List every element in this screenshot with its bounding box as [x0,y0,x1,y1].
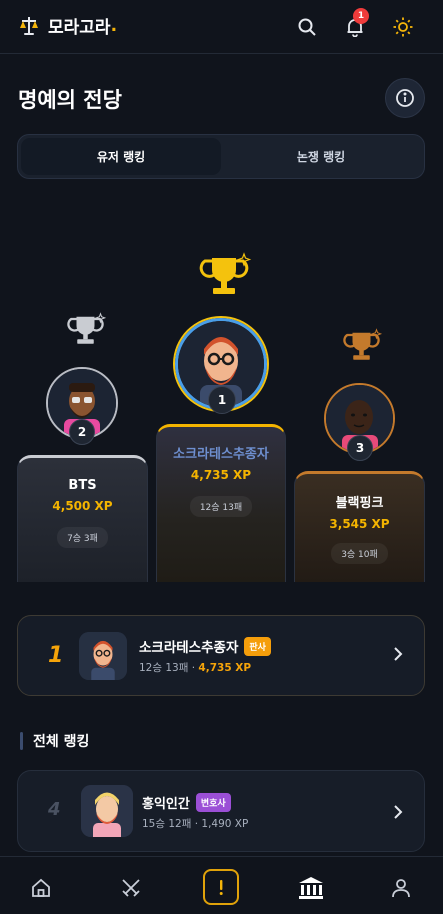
first-place-rank-badge: 1 [208,386,236,414]
third-place-podium[interactable]: 블랙핑크 3,545 XP 3승 10패 [294,471,425,582]
my-stats: 12승 13패 · 4,735 XP [139,660,251,675]
first-place-name: 소크라테스추종자 [173,447,269,462]
third-place-name: 블랙핑크 [335,496,384,511]
section-title-text: 전체 랭킹 [33,734,90,750]
my-name-text: 소크라테스추종자 [139,640,239,656]
my-role-tag: 판사 [244,637,271,656]
my-rank-number: 1 [48,643,64,668]
info-button[interactable] [385,78,425,118]
search-button[interactable] [292,12,322,42]
list-item-rank: 4 [48,799,61,820]
list-item-stats: 15승 12패 · 1,490 XP [142,818,249,830]
bottom-nav [0,856,443,914]
theme-toggle-button[interactable] [388,12,418,42]
third-place-rank-badge: 3 [347,435,373,461]
second-place-record: 7승 3패 [57,527,108,548]
search-icon [298,18,316,36]
sun-icon [393,17,413,37]
ranking-tabs: 유저 랭킹 논쟁 랭킹 [17,134,425,179]
list-item-name-text: 홍익인간 [142,797,190,812]
nav-hall-of-fame[interactable] [296,873,326,903]
first-place-xp: 4,735 XP [190,468,252,482]
hall-of-fame-icon [299,877,323,899]
nav-home[interactable] [26,873,56,903]
swords-icon [122,879,140,897]
page-title: 명예의 전당 [18,88,122,112]
tab-user-ranking[interactable]: 유저 랭킹 [21,138,221,175]
my-avatar [79,632,127,680]
second-place-podium[interactable]: BTS 4,500 XP 7승 3패 [17,455,148,582]
chevron-right-icon [394,647,403,661]
first-place-record: 12승 13패 [189,496,253,517]
section-accent-bar [20,732,23,750]
second-place-name: BTS [68,478,97,493]
third-place-xp: 3,545 XP [329,517,390,531]
nav-debate[interactable] [116,873,146,903]
app-logo[interactable]: 모라고라. [18,13,117,38]
home-icon [32,878,50,897]
my-rank-card[interactable]: 1 소크라테스추종자 판사 12승 13패 · 4,735 XP [17,615,425,696]
scales-icon [20,16,38,35]
exclamation-icon [219,880,223,895]
info-icon [396,89,414,107]
section-title: 전체 랭킹 [20,731,89,751]
nav-profile[interactable] [386,873,416,903]
first-place-podium[interactable]: 소크라테스추종자 4,735 XP 12승 13패 [156,424,286,582]
tab-debate-ranking[interactable]: 논쟁 랭킹 [221,138,421,175]
my-xp: 4,735 XP [198,662,252,674]
bronze-trophy-icon [343,328,383,360]
chevron-right-icon [394,805,403,819]
avatar-image [81,785,133,837]
second-place-xp: 4,500 XP [52,499,113,513]
list-item-role-tag: 변호사 [195,793,231,812]
top-bar: 모라고라. 1 [0,0,443,54]
list-item-name: 홍익인간 변호사 [142,793,231,812]
gold-trophy-icon [199,252,252,294]
nav-center-action[interactable] [203,869,239,905]
avatar-image [79,632,127,680]
notification-badge: 1 [353,8,369,24]
notification-button[interactable]: 1 [340,8,370,42]
my-name: 소크라테스추종자 판사 [139,636,271,656]
list-item-avatar [81,785,133,837]
app-name-dot: . [110,15,118,36]
profile-icon [392,879,410,898]
third-place-record: 3승 10패 [331,543,388,564]
app-name: 모라고라 [48,18,111,38]
second-place-rank-badge: 2 [69,419,95,445]
my-record: 12승 13패 · [139,662,199,674]
list-item[interactable]: 4 홍익인간 변호사 15승 12패 · 1,490 XP [17,770,425,852]
silver-trophy-icon [67,312,107,344]
